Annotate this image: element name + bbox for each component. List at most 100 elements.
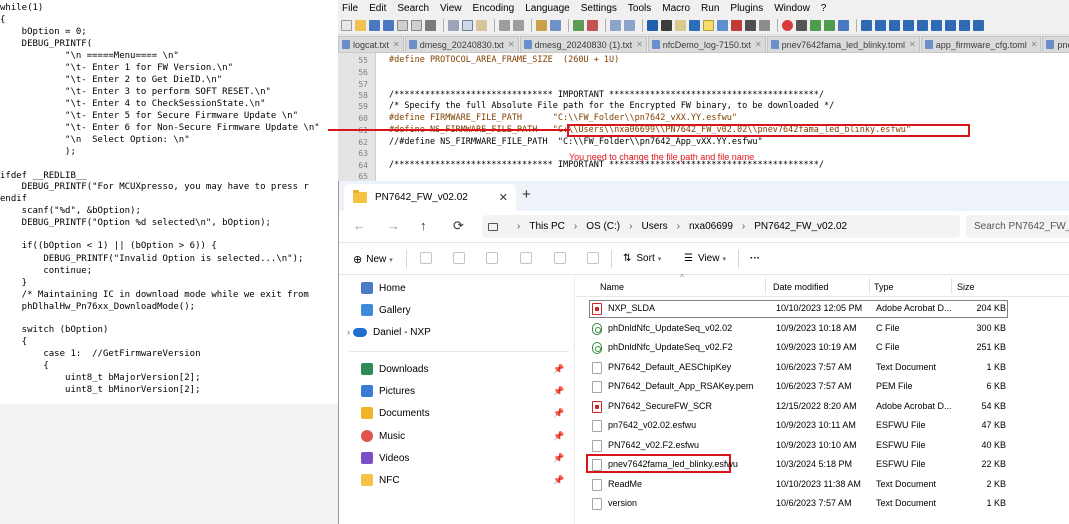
menu-language[interactable]: Language <box>525 3 570 14</box>
tab-nfcdemo-log[interactable]: nfcDemo_log-7150.txt ✕ <box>647 36 766 52</box>
cut-icon[interactable] <box>448 20 459 31</box>
tab-app-firmware-cfg[interactable]: app_firmware_cfg.toml ✕ <box>920 36 1042 52</box>
plugin-icon-3[interactable] <box>889 20 900 31</box>
column-divider[interactable] <box>765 278 766 294</box>
print-icon[interactable] <box>425 20 436 31</box>
file-row[interactable]: pn7642_v02.02.esfwu 10/9/2023 10:11 AM E… <box>576 416 1069 436</box>
nav-nfc[interactable]: NFC <box>361 472 400 488</box>
tab-dmesg[interactable]: dmesg_20240830.txt ✕ <box>404 36 519 52</box>
zoom-in-icon[interactable] <box>573 20 584 31</box>
chevron-right-icon[interactable]: › <box>742 221 745 232</box>
new-tab-icon[interactable]: + <box>522 187 531 202</box>
tab-logcat[interactable]: logcat.txt ✕ <box>338 36 404 52</box>
breadcrumb-current-folder[interactable]: PN7642_FW_v02.02 <box>754 221 847 232</box>
close-icon[interactable]: ✕ <box>1031 40 1038 49</box>
close-icon[interactable]: ✕ <box>508 40 515 49</box>
file-row[interactable]: phDnldNfc_UpdateSeq_v02.02 10/9/2023 10:… <box>576 319 1069 339</box>
menu-macro[interactable]: Macro <box>662 3 690 14</box>
nav-videos[interactable]: Videos <box>361 450 409 466</box>
nav-pictures[interactable]: Pictures <box>361 383 415 399</box>
copy-icon[interactable] <box>462 20 473 31</box>
share-icon[interactable] <box>554 252 566 264</box>
close-icon[interactable]: ✕ <box>393 40 400 49</box>
sort-button[interactable]: ⇅ Sort ▾ <box>623 253 661 264</box>
close-icon[interactable]: ✕ <box>636 40 643 49</box>
sync-horizontal-icon[interactable] <box>624 20 635 31</box>
new-file-icon[interactable] <box>341 20 352 31</box>
nav-home[interactable]: Home <box>361 280 406 296</box>
menu-plugins[interactable]: Plugins <box>730 3 763 14</box>
column-date-modified[interactable]: Date modified <box>773 282 829 292</box>
nav-documents[interactable]: Documents <box>361 405 430 421</box>
function-list-icon[interactable] <box>731 20 742 31</box>
paste-icon[interactable] <box>486 252 498 264</box>
delete-icon[interactable] <box>587 252 599 264</box>
folder-as-workspace-icon[interactable] <box>745 20 756 31</box>
column-type[interactable]: Type <box>874 282 894 292</box>
file-row[interactable]: PN7642_Default_App_RSAKey.pem 10/6/2023 … <box>576 377 1069 397</box>
plugin-icon-1[interactable] <box>861 20 872 31</box>
plugin-icon-7[interactable] <box>945 20 956 31</box>
close-file-icon[interactable] <box>397 20 408 31</box>
close-all-icon[interactable] <box>411 20 422 31</box>
explorer-tab[interactable]: PN7642_FW_v02.02 ✕ <box>344 184 516 211</box>
copy-icon[interactable] <box>453 252 465 264</box>
save-all-icon[interactable] <box>383 20 394 31</box>
new-button[interactable]: ⊕ New ▾ <box>353 253 393 266</box>
word-wrap-icon[interactable] <box>647 20 658 31</box>
rename-icon[interactable] <box>520 252 532 264</box>
close-icon[interactable]: ✕ <box>909 40 916 49</box>
plugin-icon-2[interactable] <box>875 20 886 31</box>
menu-view[interactable]: View <box>440 3 462 14</box>
more-options-button[interactable]: ··· <box>750 253 760 264</box>
monitoring-icon[interactable] <box>759 20 770 31</box>
pin-icon[interactable]: 📌 <box>553 431 564 442</box>
plugin-icon-8[interactable] <box>959 20 970 31</box>
search-input[interactable]: Search PN7642_FW_v0 <box>966 215 1069 238</box>
pin-icon[interactable]: 📌 <box>553 475 564 486</box>
column-name[interactable]: Name <box>600 282 624 292</box>
save-icon[interactable] <box>369 20 380 31</box>
pin-icon[interactable]: 📌 <box>553 364 564 375</box>
file-row[interactable]: NXP_SLDA 10/10/2023 12:05 PM Adobe Acrob… <box>576 299 1069 319</box>
tab-dmesg-1[interactable]: dmesg_20240830 (1).txt ✕ <box>519 36 647 52</box>
chevron-right-icon[interactable]: › <box>677 221 680 232</box>
record-macro-icon[interactable] <box>782 20 793 31</box>
plugin-icon-4[interactable] <box>903 20 914 31</box>
menu-tools[interactable]: Tools <box>628 3 651 14</box>
replace-icon[interactable] <box>550 20 561 31</box>
run-macro-multiple-icon[interactable] <box>824 20 835 31</box>
chevron-right-icon[interactable]: › <box>574 221 577 232</box>
find-icon[interactable] <box>536 20 547 31</box>
nav-onedrive[interactable]: › Daniel - NXP <box>347 324 431 340</box>
chevron-right-icon[interactable]: › <box>347 327 350 337</box>
breadcrumb[interactable]: › This PC › OS (C:) › Users › nxa06699 ›… <box>482 215 960 238</box>
stop-macro-icon[interactable] <box>796 20 807 31</box>
nav-downloads[interactable]: Downloads <box>361 361 428 377</box>
zoom-out-icon[interactable] <box>587 20 598 31</box>
up-arrow-icon[interactable]: ↑ <box>420 219 427 233</box>
menu-edit[interactable]: Edit <box>369 3 386 14</box>
doc-map-icon[interactable] <box>703 20 714 31</box>
menu-encoding[interactable]: Encoding <box>473 3 515 14</box>
file-row[interactable]: PN7642_v02.F2.esfwu 10/9/2023 10:10 AM E… <box>576 436 1069 456</box>
nav-gallery[interactable]: Gallery <box>361 302 411 318</box>
undo-icon[interactable] <box>499 20 510 31</box>
column-divider[interactable] <box>869 278 870 294</box>
menu-window[interactable]: Window <box>774 3 810 14</box>
refresh-icon[interactable]: ⟳ <box>453 219 464 233</box>
forward-icon[interactable]: → <box>387 219 400 233</box>
save-macro-icon[interactable] <box>838 20 849 31</box>
close-icon[interactable]: ✕ <box>499 191 508 204</box>
file-row[interactable]: phDnldNfc_UpdateSeq_v02.F2 10/9/2023 10:… <box>576 338 1069 358</box>
file-row[interactable]: PN7642_Default_AESChipKey 10/6/2023 7:57… <box>576 358 1069 378</box>
redo-icon[interactable] <box>513 20 524 31</box>
menu-help[interactable]: ? <box>821 3 827 14</box>
back-icon[interactable]: ← <box>353 219 366 233</box>
file-row[interactable]: ReadMe 10/10/2023 11:38 AM Text Document… <box>576 475 1069 495</box>
file-row[interactable]: pnev7642fama_led_blinky.esfwu 10/3/2024 … <box>576 454 1069 475</box>
menu-file[interactable]: File <box>342 3 358 14</box>
menu-settings[interactable]: Settings <box>581 3 617 14</box>
doc-list-icon[interactable] <box>717 20 728 31</box>
pin-icon[interactable]: 📌 <box>553 453 564 464</box>
